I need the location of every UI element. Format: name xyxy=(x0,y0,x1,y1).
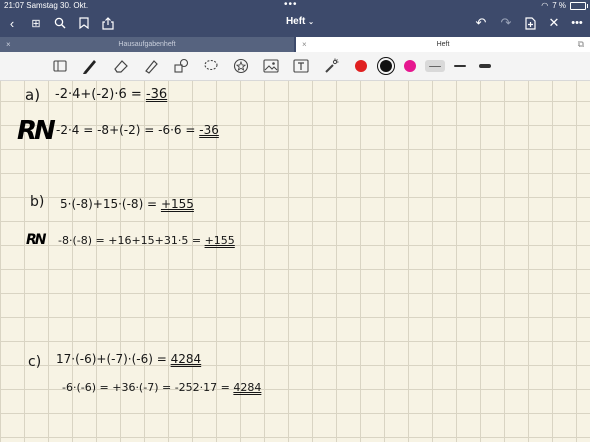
close-icon[interactable]: ✕ xyxy=(545,14,563,32)
share-icon[interactable] xyxy=(99,14,117,32)
status-time-date: 21:07 Samstag 30. Okt. xyxy=(4,1,89,10)
result: +155 xyxy=(160,197,194,211)
color-swatch-black-selected[interactable] xyxy=(380,60,392,72)
undo-icon[interactable]: ↶ xyxy=(472,14,490,32)
image-icon[interactable] xyxy=(262,57,280,75)
tab-label: Heft xyxy=(436,41,450,48)
multitasking-dots-icon[interactable]: ••• xyxy=(284,0,298,10)
label-c: c) xyxy=(28,354,42,370)
tab-bar: × Hausaufgabenheft × Heft ⧉ xyxy=(0,35,590,52)
handwriting-line: -2·4 = -8+(-2) = -6·6 = -36 xyxy=(56,123,219,137)
tab-heft[interactable]: × Heft ⧉ xyxy=(296,37,590,52)
sticker-icon[interactable] xyxy=(232,57,250,75)
status-right: ◠ 7 % xyxy=(541,1,588,10)
handwriting-line: -6·(-6) = +36·(-7) = -252·17 = 4284 xyxy=(62,381,262,394)
status-bar: 21:07 Samstag 30. Okt. ••• ◠ 7 % xyxy=(0,0,590,11)
tab-close-icon[interactable]: × xyxy=(302,40,307,49)
rn-marker: RN xyxy=(26,232,46,248)
line-width-thin[interactable] xyxy=(425,60,445,72)
search-icon[interactable] xyxy=(51,14,69,32)
label-a: a) xyxy=(25,86,41,104)
notebook-page[interactable]: a) -2·4+(-2)·6 = -36 RN -2·4 = -8+(-2) =… xyxy=(0,81,590,442)
wifi-icon: ◠ xyxy=(541,1,549,10)
nav-bar: ‹ ⊞ Heft ⌄ ↶ ↷ ✕ ••• xyxy=(0,11,590,35)
label-b: b) xyxy=(30,194,45,210)
result: -36 xyxy=(199,123,219,137)
chevron-down-icon: ⌄ xyxy=(308,19,315,26)
handwriting-line: 5·(-8)+15·(-8) = +155 xyxy=(60,197,194,211)
tab-hausaufgabenheft[interactable]: × Hausaufgabenheft xyxy=(0,37,294,52)
color-swatch-pink[interactable] xyxy=(404,60,416,72)
result: 4284 xyxy=(170,352,202,366)
result: -36 xyxy=(145,87,168,102)
handwriting-line: -2·4+(-2)·6 = -36 xyxy=(55,87,168,102)
add-page-icon[interactable] xyxy=(521,14,539,32)
chevron-left-icon[interactable]: ‹ xyxy=(3,14,21,32)
grid-icon[interactable]: ⊞ xyxy=(27,14,45,32)
split-view-icon[interactable]: ⧉ xyxy=(578,39,584,50)
highlighter-icon[interactable] xyxy=(142,57,160,75)
color-swatch-red[interactable] xyxy=(355,60,367,72)
pen-icon[interactable] xyxy=(81,57,99,75)
battery-icon xyxy=(570,1,588,10)
rn-marker: RN xyxy=(17,116,56,146)
lasso-icon[interactable] xyxy=(202,57,220,75)
more-icon[interactable]: ••• xyxy=(568,14,586,32)
result: 4284 xyxy=(233,381,262,394)
bookmark-icon[interactable] xyxy=(75,14,93,32)
laser-pointer-icon[interactable] xyxy=(322,57,340,75)
tab-close-icon[interactable]: × xyxy=(6,40,11,49)
drawing-toolbar xyxy=(0,52,590,81)
handwriting-line: 17·(-6)+(-7)·(-6) = 4284 xyxy=(56,352,202,366)
notebook-title[interactable]: Heft ⌄ xyxy=(270,16,330,27)
line-width-thick[interactable] xyxy=(475,60,495,72)
tab-label: Hausaufgabenheft xyxy=(118,41,176,48)
battery-percent: 7 % xyxy=(552,1,566,10)
handwriting-line: -8·(-8) = +16+15+31·5 = +155 xyxy=(58,234,235,247)
shapes-icon[interactable] xyxy=(172,57,190,75)
redo-icon[interactable]: ↷ xyxy=(497,14,515,32)
reader-icon[interactable] xyxy=(51,57,69,75)
line-width-medium[interactable] xyxy=(450,60,470,72)
text-icon[interactable] xyxy=(292,57,310,75)
result: +155 xyxy=(204,234,235,247)
eraser-icon[interactable] xyxy=(112,57,130,75)
